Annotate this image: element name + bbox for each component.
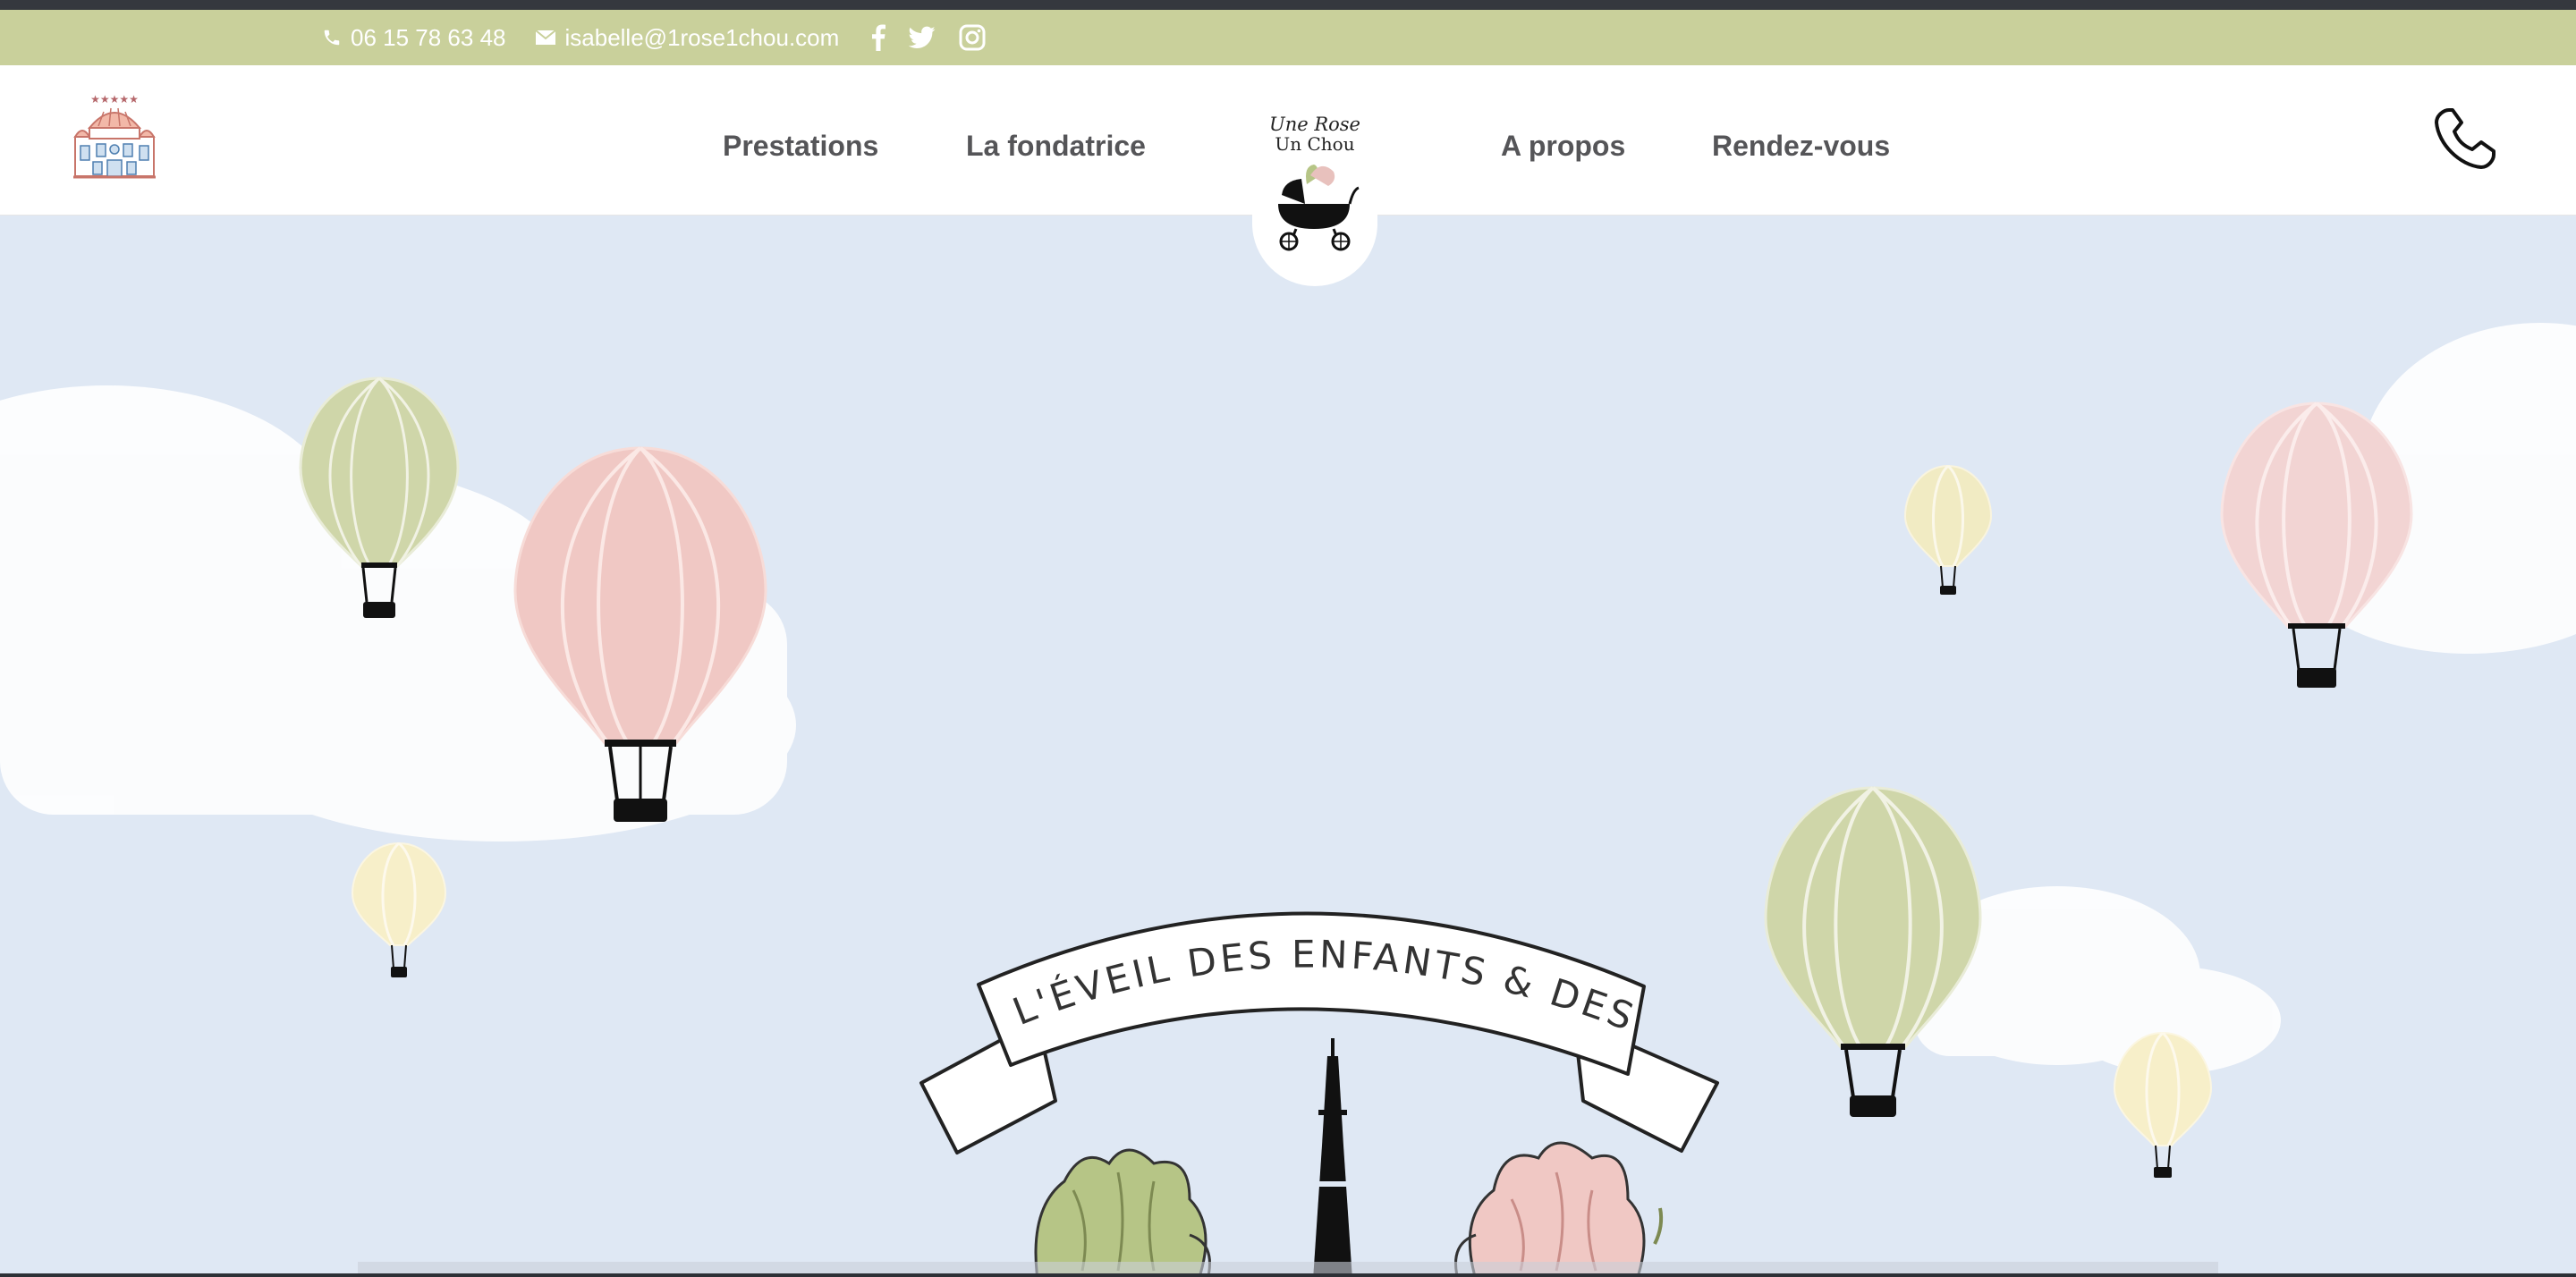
brand-line-2: Un Chou — [1275, 133, 1355, 155]
contact-bar: 06 15 78 63 48 isabelle@1rose1chou.com — [0, 10, 2576, 65]
hot-air-balloon-yellow-top — [1903, 464, 1993, 595]
rose-illustration — [1454, 1141, 1664, 1273]
hero-bottom-edge — [0, 1273, 2576, 1277]
phone-call-icon[interactable] — [2431, 105, 2499, 173]
pram-icon — [1278, 165, 1360, 251]
hot-air-balloon-yellow-bottom — [2113, 1031, 2213, 1178]
brand-logo[interactable]: Une Rose Un Chou — [1252, 97, 1377, 286]
nav-la-fondatrice[interactable]: La fondatrice — [966, 130, 1146, 163]
facebook-icon[interactable] — [871, 24, 886, 51]
hot-air-balloon-yellow-small-left — [351, 841, 447, 977]
email-contact[interactable]: isabelle@1rose1chou.com — [534, 23, 840, 52]
eiffel-tower-illustration — [1313, 1038, 1352, 1273]
phone-small-icon — [324, 30, 340, 46]
brand-line-1: Une Rose — [1269, 114, 1360, 135]
email-address: isabelle@1rose1chou.com — [564, 23, 840, 51]
twitter-icon[interactable] — [909, 26, 936, 49]
browser-top-edge — [0, 0, 2576, 10]
hot-air-balloon-green-right — [1764, 786, 1982, 1117]
svg-text:★★★★★: ★★★★★ — [90, 93, 139, 106]
phone-number: 06 15 78 63 48 — [351, 23, 506, 51]
nav-prestations[interactable]: Prestations — [723, 130, 878, 163]
nav-a-propos[interactable]: A propos — [1501, 130, 1625, 163]
cabbage-illustration — [1034, 1148, 1211, 1273]
social-links — [871, 24, 1009, 51]
envelope-icon — [534, 30, 556, 45]
phone-contact[interactable]: 06 15 78 63 48 — [322, 24, 506, 52]
hotel-logo[interactable]: ★★★★★ — [72, 92, 157, 182]
hero-scene: CULTIVER L'ÉVEIL DES ENFANTS & DES PAREN… — [0, 216, 2576, 1273]
instagram-icon[interactable] — [959, 24, 986, 51]
nav-rendez-vous[interactable]: Rendez-vous — [1712, 130, 1890, 163]
hot-air-balloon-pink-right — [2220, 402, 2413, 688]
hero-illustration: CULTIVER L'ÉVEIL DES ENFANTS & DES PAREN… — [0, 216, 2576, 1273]
